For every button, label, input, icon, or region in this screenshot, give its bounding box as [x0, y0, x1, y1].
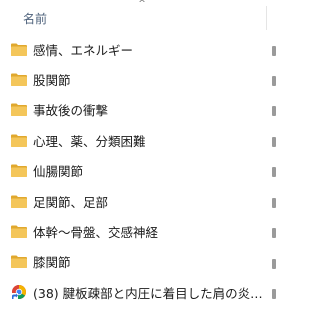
list-item[interactable]: 足関節、足部: [0, 186, 268, 216]
list-item[interactable]: 心理、薬、分類困難: [0, 125, 268, 155]
list-item[interactable]: 感情、エネルギー: [0, 34, 268, 64]
list-item[interactable]: 体幹～骨盤、交感神経: [0, 216, 268, 246]
list-item-label: 事故後の衝撃: [33, 103, 109, 119]
list-item-label: 仙腸関節: [33, 164, 84, 180]
pane-marker: [272, 137, 276, 147]
list-item[interactable]: 仙腸関節: [0, 156, 268, 186]
file-explorer-list: ^ 名前 感情、エネルギー 股関節 事故後の衝撃 心理、薬、分類困難 仙腸関節 …: [0, 0, 279, 315]
pane-marker: [272, 228, 276, 238]
list-item-label: 体幹～骨盤、交感神経: [33, 225, 159, 241]
pane-marker: [272, 289, 276, 299]
pane-marker: [272, 198, 276, 208]
pane-marker: [272, 167, 276, 177]
pane-marker: [272, 106, 276, 116]
list-item[interactable]: 事故後の衝撃: [0, 95, 268, 125]
right-pane-edge: [268, 0, 279, 315]
column-header-name[interactable]: 名前: [0, 7, 268, 29]
column-header-name-label: 名前: [23, 11, 48, 26]
folder-icon: [11, 255, 27, 269]
list-item-label: (38) 腱板疎部と内圧に着目した肩の炎症と...: [33, 285, 268, 301]
folder-icon: [11, 73, 27, 87]
pane-marker: [272, 259, 276, 269]
list-item[interactable]: (38) 腱板疎部と内圧に着目した肩の炎症と...: [0, 277, 268, 307]
column-divider[interactable]: [266, 6, 267, 30]
list-item[interactable]: 膝関節: [0, 247, 268, 277]
folder-icon: [11, 195, 27, 208]
file-list: 感情、エネルギー 股関節 事故後の衝撃 心理、薬、分類困難 仙腸関節 足関節、足…: [0, 34, 268, 308]
list-item[interactable]: 股関節: [0, 64, 268, 94]
list-item-label: 膝関節: [33, 255, 71, 271]
list-item-label: 足関節、足部: [33, 194, 109, 210]
chrome-shortcut-icon: [11, 284, 27, 301]
folder-icon: [11, 43, 27, 56]
folder-icon: [11, 225, 27, 239]
pane-marker: [272, 76, 276, 86]
pane-marker: [272, 46, 276, 56]
folder-icon: [11, 164, 27, 178]
folder-icon: [11, 103, 27, 117]
folder-icon: [11, 134, 27, 147]
list-item-label: 股関節: [33, 73, 71, 89]
list-item-label: 感情、エネルギー: [33, 42, 134, 58]
list-item-label: 心理、薬、分類困難: [33, 133, 146, 149]
